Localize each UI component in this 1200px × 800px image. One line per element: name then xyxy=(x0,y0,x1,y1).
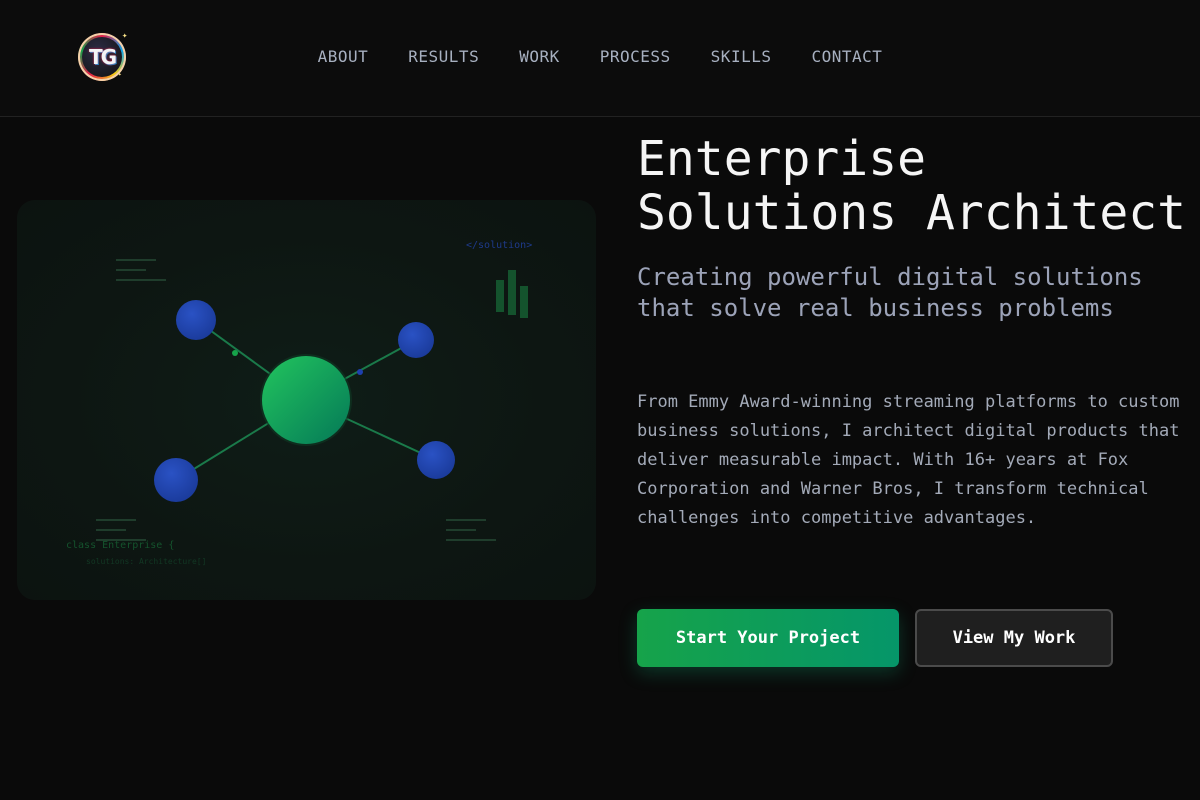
nav-skills[interactable]: SKILLS xyxy=(711,47,772,66)
code-sub: solutions: Architecture[] xyxy=(86,557,207,566)
nav-results[interactable]: RESULTS xyxy=(408,47,479,66)
nav-contact[interactable]: CONTACT xyxy=(811,47,882,66)
node-blue xyxy=(417,441,455,479)
node-dot xyxy=(357,369,363,375)
sparkle-icon: ✦ xyxy=(122,31,128,41)
hero-title: Enterprise Solutions Architect xyxy=(637,132,1197,240)
bar-chart-icon xyxy=(496,270,528,318)
node-blue xyxy=(398,322,434,358)
nav-about[interactable]: ABOUT xyxy=(318,47,369,66)
start-project-button[interactable]: Start Your Project xyxy=(637,609,899,667)
hero-title-line1: Enterprise xyxy=(637,131,926,187)
nav-process[interactable]: PROCESS xyxy=(600,47,671,66)
node-center xyxy=(262,356,350,444)
nav-work[interactable]: WORK xyxy=(519,47,560,66)
hero-description: From Emmy Award-winning streaming platfo… xyxy=(637,392,1180,528)
hero-illustration: </solution> class Enterprise { solutions… xyxy=(17,200,596,600)
hero-title-line2: Solutions Architect xyxy=(637,185,1187,241)
node-dot xyxy=(232,350,238,356)
hero-subtitle: Creating powerful digital solutions that… xyxy=(637,263,1143,322)
code-class: class Enterprise { xyxy=(66,540,175,551)
view-work-button[interactable]: View My Work xyxy=(915,609,1113,667)
code-tag: </solution> xyxy=(466,240,533,251)
main-nav: ABOUT RESULTS WORK PROCESS SKILLS CONTAC… xyxy=(0,47,1200,66)
node-blue xyxy=(154,458,198,502)
sparkle-icon: ✦ xyxy=(118,71,122,78)
node-blue xyxy=(176,300,216,340)
site-header: TG ✦ ✦ ABOUT RESULTS WORK PROCESS SKILLS… xyxy=(0,0,1200,117)
